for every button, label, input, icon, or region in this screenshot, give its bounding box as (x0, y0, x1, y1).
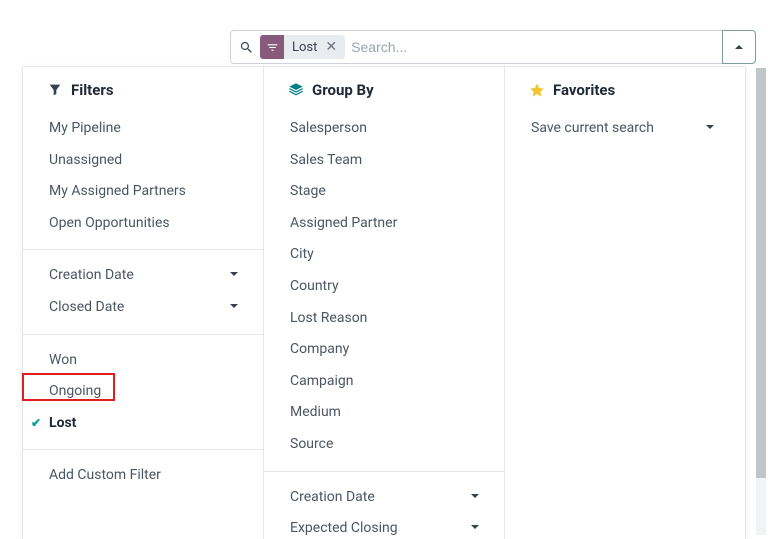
groupby-creation-date[interactable]: Creation Date (264, 482, 504, 514)
funnel-icon (260, 35, 284, 59)
caret-down-icon (470, 488, 480, 508)
caret-down-icon (229, 266, 239, 286)
search-options-toggle[interactable] (722, 30, 756, 64)
groupby-medium[interactable]: Medium (264, 397, 504, 429)
caret-down-icon (470, 519, 480, 539)
groupby-company[interactable]: Company (264, 334, 504, 366)
active-filter-label: Lost (284, 40, 323, 55)
favorites-header: Favorites (505, 81, 745, 109)
filter-ongoing[interactable]: Ongoing (23, 376, 263, 408)
groupby-country[interactable]: Country (264, 271, 504, 303)
remove-filter-icon[interactable]: ✕ (323, 39, 345, 55)
search-options-panel: Filters My Pipeline Unassigned My Assign… (22, 66, 746, 539)
favorites-column: Favorites Save current search (504, 67, 745, 539)
groupby-lost-reason[interactable]: Lost Reason (264, 303, 504, 335)
search-input[interactable] (351, 39, 714, 55)
filter-open-opportunities[interactable]: Open Opportunities (23, 208, 263, 240)
groupby-salesperson[interactable]: Salesperson (264, 113, 504, 145)
star-icon (529, 82, 545, 98)
funnel-icon (47, 82, 63, 98)
favorites-title: Favorites (553, 81, 615, 99)
filter-unassigned[interactable]: Unassigned (23, 145, 263, 177)
active-filter-tag[interactable]: Lost ✕ (260, 35, 345, 59)
groupby-assigned-partner[interactable]: Assigned Partner (264, 208, 504, 240)
filter-closed-date[interactable]: Closed Date (23, 292, 263, 324)
filter-lost[interactable]: ✔Lost (23, 408, 263, 440)
groupby-column: Group By Salesperson Sales Team Stage As… (263, 67, 504, 539)
check-icon: ✔ (31, 415, 41, 432)
groupby-header: Group By (264, 81, 504, 109)
caret-up-icon (734, 42, 744, 52)
scrollbar[interactable] (756, 68, 766, 535)
search-icon (239, 40, 254, 55)
filters-header: Filters (23, 81, 263, 109)
filters-title: Filters (71, 81, 114, 99)
filter-my-assigned-partners[interactable]: My Assigned Partners (23, 176, 263, 208)
groupby-title: Group By (312, 81, 374, 99)
save-current-search[interactable]: Save current search (505, 113, 745, 145)
add-custom-filter[interactable]: Add Custom Filter (23, 460, 263, 492)
groupby-campaign[interactable]: Campaign (264, 366, 504, 398)
layers-icon (288, 82, 304, 98)
caret-down-icon (705, 119, 715, 139)
groupby-stage[interactable]: Stage (264, 176, 504, 208)
caret-down-icon (229, 298, 239, 318)
groupby-expected-closing[interactable]: Expected Closing (264, 513, 504, 539)
filter-creation-date[interactable]: Creation Date (23, 260, 263, 292)
groupby-sales-team[interactable]: Sales Team (264, 145, 504, 177)
search-bar[interactable]: Lost ✕ (230, 30, 722, 64)
filters-column: Filters My Pipeline Unassigned My Assign… (23, 67, 263, 539)
scrollbar-thumb[interactable] (756, 68, 766, 478)
groupby-city[interactable]: City (264, 239, 504, 271)
groupby-source[interactable]: Source (264, 429, 504, 461)
filter-won[interactable]: Won (23, 345, 263, 377)
filter-my-pipeline[interactable]: My Pipeline (23, 113, 263, 145)
